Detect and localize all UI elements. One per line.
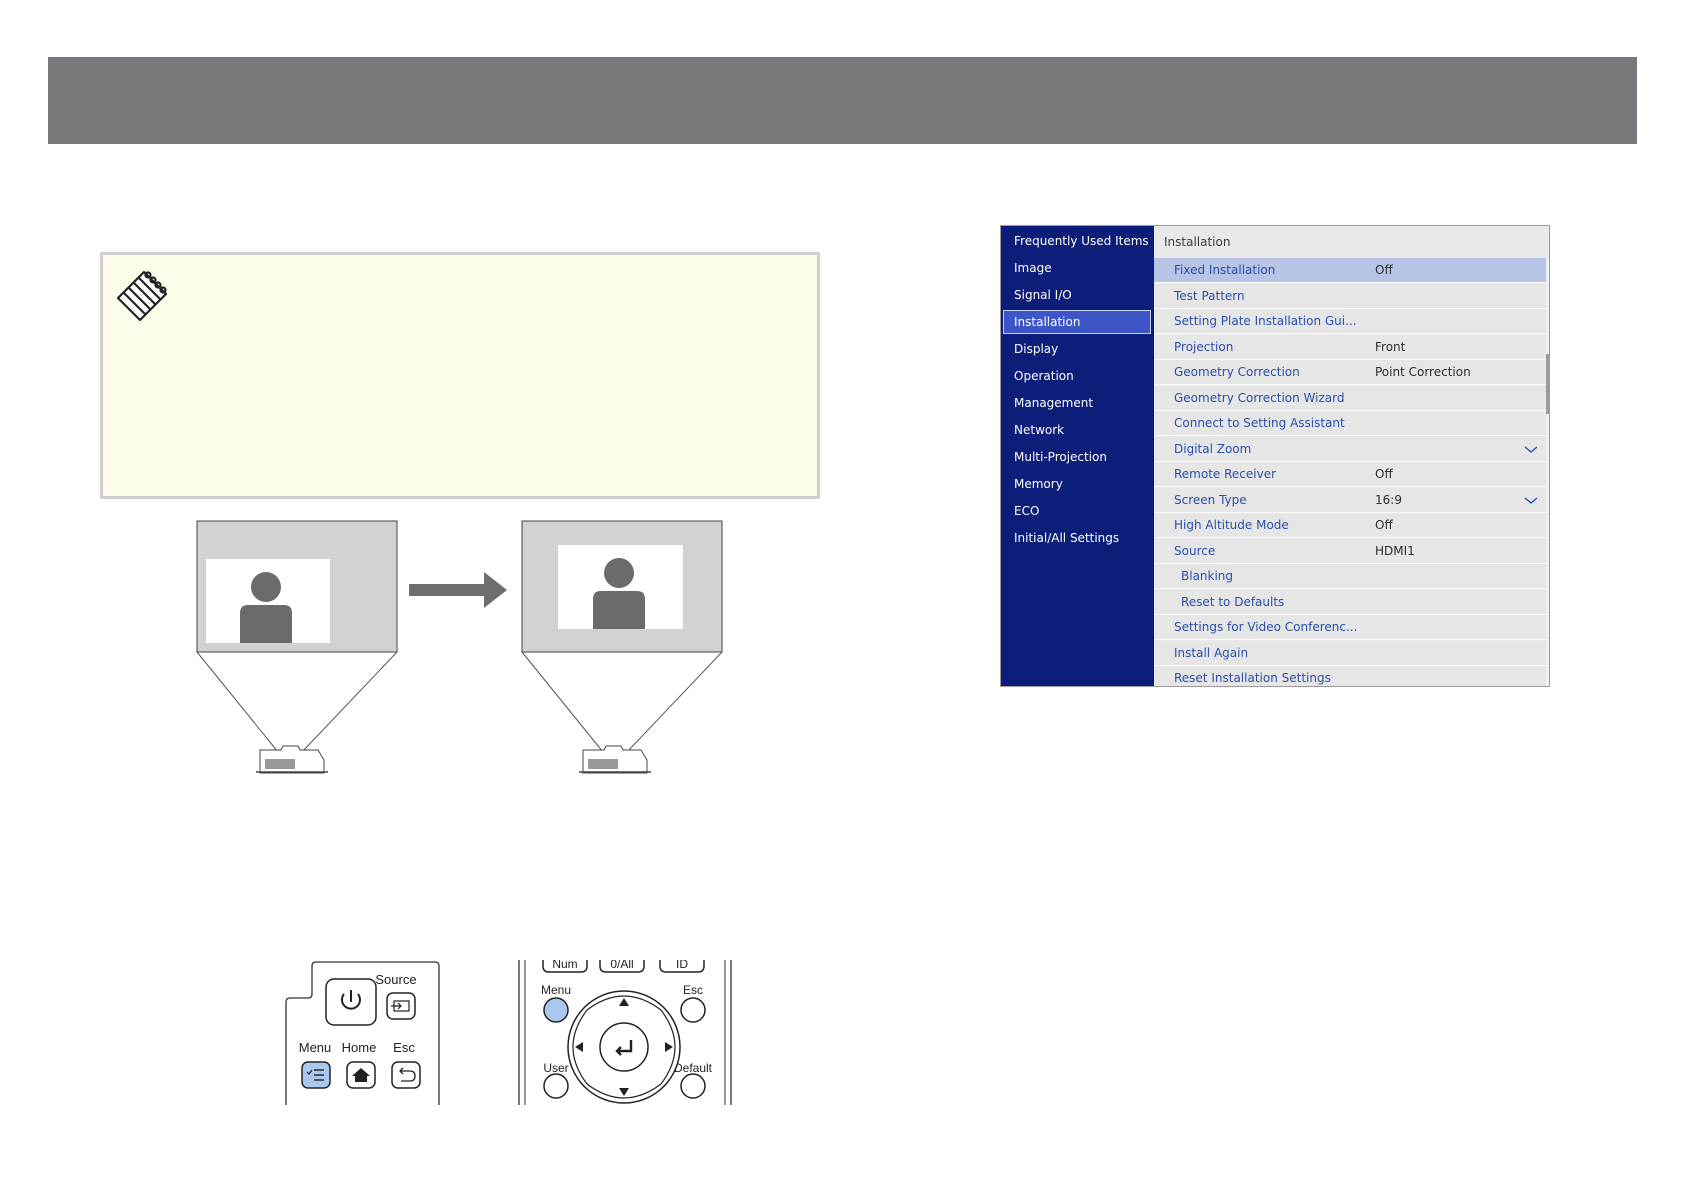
sidebar-item-memory[interactable]: Memory [1003, 472, 1151, 496]
remote-control: Num 0/All ID Menu Esc User Default [518, 960, 732, 1105]
user-label: User [543, 1061, 568, 1075]
note-box [100, 252, 820, 499]
sidebar-item-frequently-used-items[interactable]: Frequently Used Items [1003, 229, 1151, 253]
menu-row-label: Connect to Setting Assistant [1174, 416, 1345, 430]
sidebar-item-display[interactable]: Display [1003, 337, 1151, 361]
menu-row[interactable]: Setting Plate Installation Gui... [1154, 309, 1547, 334]
menu-row[interactable]: Geometry Correction Point Correction [1154, 360, 1547, 385]
menu-row-value: 16:9 [1375, 492, 1402, 507]
menu-main-panel: Installation Fixed Installation Off Test P… [1154, 226, 1549, 686]
sidebar-item-installation[interactable]: Installation [1003, 310, 1151, 334]
menu-row-label: Digital Zoom [1174, 441, 1252, 456]
menu-row-label: Screen Type [1174, 492, 1247, 507]
menu-row-value: Off [1375, 518, 1393, 532]
menu-row-label: Remote Receiver [1174, 467, 1277, 481]
menu-row[interactable]: Projection Front [1154, 334, 1547, 360]
menu-row-label: Setting Plate Installation Gui... [1174, 314, 1357, 328]
esc-button[interactable] [391, 1061, 421, 1089]
menu-scrollbar[interactable] [1546, 258, 1549, 686]
menu-row[interactable]: Source HDMI1 [1154, 538, 1547, 564]
menu-row-label: Geometry Correction [1174, 365, 1300, 379]
sidebar-item-management[interactable]: Management [1003, 391, 1151, 415]
menu-row[interactable]: Install Again [1154, 640, 1547, 666]
projector-menu: Frequently Used Items Image Signal I/O Inst… [1000, 225, 1550, 687]
sidebar-item-signal-i-o[interactable]: Signal I/O [1003, 283, 1151, 307]
sidebar-item-image[interactable]: Image [1003, 256, 1151, 280]
esc-label: Esc [393, 1040, 415, 1055]
menu-row-value: Off [1375, 263, 1393, 277]
menu-row-value: Off [1375, 467, 1393, 481]
sidebar-item-multi-projection[interactable]: Multi-Projection [1003, 445, 1151, 469]
menu-row[interactable]: High Altitude Mode Off [1154, 513, 1547, 538]
projector-before-icon [256, 745, 328, 774]
menu-row-label: Projection [1174, 339, 1234, 354]
sidebar-item-network[interactable]: Network [1003, 418, 1151, 442]
power-button[interactable] [325, 978, 377, 1026]
esc-label: Esc [683, 983, 703, 997]
menu-sidebar: Frequently Used Items Image Signal I/O Inst… [1001, 226, 1154, 686]
right-arrow-icon [409, 572, 507, 608]
notepad-icon [116, 270, 168, 322]
default-label: Default [674, 1061, 713, 1075]
sidebar-item-eco[interactable]: ECO [1003, 499, 1151, 523]
menu-row-label: Reset Installation Settings [1174, 671, 1331, 685]
menu-row[interactable]: Screen Type 16:9 [1154, 487, 1547, 513]
menu-row[interactable]: Blanking [1154, 564, 1547, 589]
menu-row[interactable]: Settings for Video Conferenc... [1154, 615, 1547, 640]
control-panel: Source Menu Home Esc [285, 961, 440, 1105]
svg-text:ID: ID [676, 960, 688, 971]
chevron-down-icon[interactable] [1523, 488, 1539, 513]
sidebar-item-initial-all-settings[interactable]: Initial/All Settings [1003, 526, 1151, 550]
menu-scrollbar-thumb[interactable] [1546, 354, 1549, 414]
menu-row[interactable]: Geometry Correction Wizard [1154, 385, 1547, 411]
sidebar-item-operation[interactable]: Operation [1003, 364, 1151, 388]
menu-section-title: Installation [1154, 226, 1549, 258]
menu-label: Menu [299, 1040, 332, 1055]
zoom-illustration [196, 520, 723, 774]
menu-row[interactable]: Test Pattern [1154, 283, 1547, 309]
default-button[interactable] [680, 1073, 706, 1099]
all-button[interactable]: 0/All [599, 960, 645, 973]
menu-button[interactable] [301, 1061, 331, 1089]
menu-row-label: High Altitude Mode [1174, 518, 1289, 532]
menu-row[interactable]: Digital Zoom [1154, 436, 1547, 462]
menu-row-label: Source [1174, 543, 1216, 558]
dpad[interactable] [567, 990, 681, 1104]
menu-row-label: Geometry Correction Wizard [1174, 390, 1345, 405]
menu-row-label: Fixed Installation [1174, 263, 1276, 277]
projector-after-icon [579, 745, 651, 774]
menu-button[interactable] [543, 997, 569, 1023]
menu-row-value: Front [1375, 339, 1406, 354]
id-button[interactable]: ID [659, 960, 705, 973]
menu-row-value: Point Correction [1375, 365, 1471, 379]
menu-row-label: Install Again [1174, 645, 1249, 660]
menu-row[interactable]: Remote Receiver Off [1154, 462, 1547, 487]
source-label: Source [375, 972, 416, 987]
chevron-down-icon[interactable] [1523, 437, 1539, 462]
menu-row[interactable]: Reset Installation Settings [1154, 666, 1547, 686]
menu-row[interactable]: Reset to Defaults [1154, 589, 1547, 615]
menu-row-label: Blanking [1181, 569, 1234, 583]
menu-row[interactable]: Fixed Installation Off [1154, 258, 1547, 283]
menu-row-label: Reset to Defaults [1181, 594, 1285, 609]
screen-after [521, 520, 723, 753]
home-label: Home [342, 1040, 377, 1055]
user-button[interactable] [543, 1073, 569, 1099]
menu-label: Menu [541, 983, 571, 997]
page-header-bar [48, 57, 1637, 144]
svg-text:0/All: 0/All [610, 960, 633, 971]
menu-row-label: Settings for Video Conferenc... [1174, 620, 1358, 634]
menu-row-label: Test Pattern [1174, 288, 1245, 303]
num-button[interactable]: Num [542, 960, 588, 973]
esc-button[interactable] [680, 997, 706, 1023]
menu-row[interactable]: Connect to Setting Assistant [1154, 411, 1547, 436]
home-button[interactable] [346, 1061, 376, 1089]
screen-before [196, 520, 398, 753]
svg-text:Num: Num [552, 960, 577, 971]
menu-row-value: HDMI1 [1375, 543, 1415, 558]
source-button[interactable] [386, 992, 416, 1020]
